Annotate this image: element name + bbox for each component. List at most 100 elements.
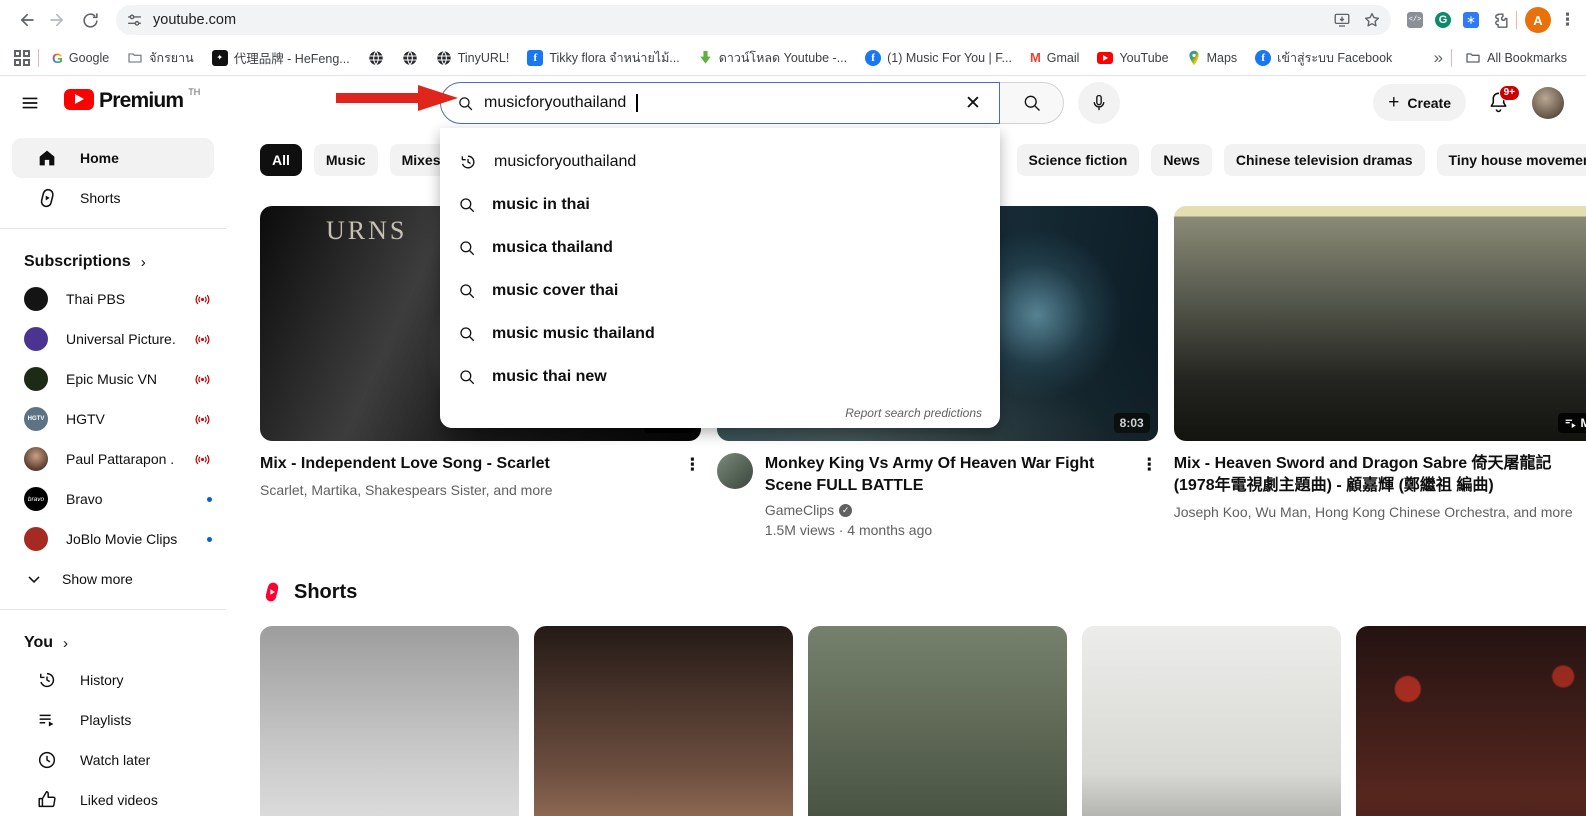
suggestion-item[interactable]: musica thailand xyxy=(440,226,1000,269)
bookmark-item[interactable]: Maps xyxy=(1182,47,1243,69)
chip-science-fiction[interactable]: Science fiction xyxy=(1017,144,1140,176)
video-thumbnail[interactable]: Mix xyxy=(1174,206,1586,441)
blue-extension-icon[interactable] xyxy=(1463,12,1479,28)
search-button[interactable] xyxy=(1000,82,1064,124)
home-icon xyxy=(36,147,58,169)
short-card[interactable] xyxy=(1082,626,1341,816)
voice-search-button[interactable] xyxy=(1078,82,1120,124)
divider xyxy=(0,228,226,229)
back-icon[interactable] xyxy=(10,4,42,36)
suggestion-item[interactable]: music thai new xyxy=(440,355,1000,398)
search-input[interactable]: musicforyouthailand ✕ xyxy=(440,82,1000,124)
url-bar[interactable]: youtube.com xyxy=(116,5,1391,35)
short-card[interactable] xyxy=(534,626,793,816)
suggestion-item[interactable]: musicforyouthailand xyxy=(440,140,1000,183)
clock-icon xyxy=(36,749,58,771)
bookmark-item[interactable]: ✦代理品牌 - HeFeng... xyxy=(207,45,355,70)
hamburger-menu-icon[interactable] xyxy=(14,87,46,119)
bookmark-item[interactable]: ดาวน์โหลด Youtube -... xyxy=(693,45,852,71)
bookmark-item[interactable]: fเข้าสู่ระบบ Facebook xyxy=(1250,45,1397,71)
report-predictions-link[interactable]: Report search predictions xyxy=(845,406,982,420)
sidebar-show-more[interactable]: Show more xyxy=(0,559,226,599)
bookmark-item[interactable]: f(1) Music For You | F... xyxy=(860,47,1017,69)
bookmark-item[interactable]: MGmail xyxy=(1025,47,1085,68)
sidebar-item-history[interactable]: History xyxy=(12,660,214,700)
video-title[interactable]: Monkey King Vs Army Of Heaven War Fight … xyxy=(765,453,1129,497)
short-card[interactable] xyxy=(260,626,519,816)
sidebar-channel-universal[interactable]: Universal Picture... xyxy=(0,319,226,359)
chip-chinese-tv-dramas[interactable]: Chinese television dramas xyxy=(1224,144,1425,176)
suggestion-item[interactable]: music music thailand xyxy=(440,312,1000,355)
plus-icon: + xyxy=(1388,92,1399,114)
search-icon xyxy=(458,196,476,214)
bookmarks-divider xyxy=(1451,49,1452,67)
suggestion-item[interactable]: music cover thai xyxy=(440,269,1000,312)
apps-grid-icon[interactable] xyxy=(14,50,30,66)
sidebar-channel-epic-music[interactable]: Epic Music VN xyxy=(0,359,226,399)
bookmark-item[interactable]: TinyURL! xyxy=(431,47,515,69)
bookmark-item[interactable]: fTikky flora จำหน่ายไม้... xyxy=(522,45,684,71)
sidebar-channel-paul-pattarapon[interactable]: Paul Pattarapon ... xyxy=(0,439,226,479)
user-avatar[interactable] xyxy=(1532,87,1564,119)
sidebar-channel-joblo[interactable]: JoBlo Movie Clips xyxy=(0,519,226,559)
sidebar-item-shorts[interactable]: Shorts xyxy=(12,178,214,218)
clear-search-icon[interactable]: ✕ xyxy=(957,87,989,119)
short-card[interactable] xyxy=(808,626,1067,816)
grammarly-extension-icon[interactable]: G xyxy=(1435,12,1451,28)
history-icon xyxy=(458,152,478,172)
you-heading[interactable]: You › xyxy=(0,620,226,660)
bookmark-item[interactable]: จักรยาน xyxy=(122,45,199,71)
bookmark-item[interactable]: GGoogle xyxy=(47,47,114,69)
video-menu-icon[interactable]: ⋮ xyxy=(1141,453,1158,540)
sidebar-channel-bravo[interactable]: bravo Bravo xyxy=(0,479,226,519)
install-app-icon[interactable] xyxy=(1333,11,1351,29)
subscriptions-heading[interactable]: Subscriptions › xyxy=(0,239,226,279)
reload-icon[interactable] xyxy=(74,4,106,36)
toolbar-divider xyxy=(1516,11,1517,29)
download-arrow-icon xyxy=(698,50,713,65)
chip-music[interactable]: Music xyxy=(314,144,378,176)
forward-icon[interactable] xyxy=(42,4,74,36)
sidebar-item-watch-later[interactable]: Watch later xyxy=(12,740,214,780)
browser-profile-avatar[interactable]: A xyxy=(1525,7,1551,33)
thumbnail-text: URNS xyxy=(326,216,407,246)
search-icon xyxy=(458,325,476,343)
sidebar-item-home[interactable]: Home xyxy=(12,138,214,178)
chip-all[interactable]: All xyxy=(260,144,302,176)
divider xyxy=(0,609,226,610)
youtube-premium-logo[interactable]: Premium TH xyxy=(64,89,200,113)
live-icon xyxy=(193,370,212,389)
site-settings-icon[interactable] xyxy=(126,12,143,29)
folder-icon xyxy=(1465,50,1481,66)
chip-news[interactable]: News xyxy=(1151,144,1212,176)
url-text: youtube.com xyxy=(153,12,236,28)
channel-name[interactable]: GameClips xyxy=(765,502,834,518)
video-title[interactable]: Mix - Heaven Sword and Dragon Sabre 倚天屠龍… xyxy=(1174,453,1586,497)
create-button[interactable]: + Create xyxy=(1373,84,1466,121)
short-card[interactable] xyxy=(1356,626,1586,816)
country-code: TH xyxy=(188,87,200,97)
notifications-button[interactable]: 9+ xyxy=(1486,90,1512,116)
extensions-puzzle-icon[interactable] xyxy=(1491,11,1510,30)
bookmarks-overflow-icon[interactable]: » xyxy=(1434,48,1443,68)
chevron-right-icon: › xyxy=(141,254,146,271)
sidebar-item-playlists[interactable]: Playlists xyxy=(12,700,214,740)
sidebar-channel-thai-pbs[interactable]: Thai PBS xyxy=(0,279,226,319)
video-card[interactable]: Mix Mix - Heaven Sword and Dragon Sabre … xyxy=(1174,206,1586,540)
video-title[interactable]: Mix - Independent Love Song - Scarlet xyxy=(260,453,672,475)
all-bookmarks-button[interactable]: All Bookmarks xyxy=(1460,47,1572,69)
search-query-text: musicforyouthailand xyxy=(484,94,626,112)
suggestion-item[interactable]: music in thai xyxy=(440,183,1000,226)
video-menu-icon[interactable]: ⋮ xyxy=(684,453,701,500)
bookmark-item[interactable] xyxy=(363,47,389,69)
channel-avatar[interactable] xyxy=(717,453,753,489)
bookmark-item[interactable]: YouTube xyxy=(1092,48,1173,68)
code-extension-icon[interactable]: </> xyxy=(1407,12,1423,28)
sidebar-channel-hgtv[interactable]: HGTV HGTV xyxy=(0,399,226,439)
bookmark-star-icon[interactable] xyxy=(1363,11,1381,29)
bookmark-item[interactable] xyxy=(397,47,423,69)
chip-tiny-house[interactable]: Tiny house movement xyxy=(1437,144,1586,176)
sidebar-item-liked-videos[interactable]: Liked videos xyxy=(12,780,214,816)
browser-menu-icon[interactable]: ⋮ xyxy=(1559,10,1576,30)
globe-icon xyxy=(402,50,418,66)
